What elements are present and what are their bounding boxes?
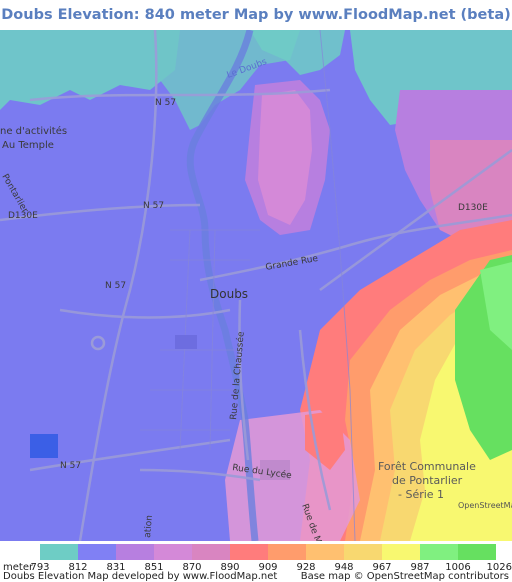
label-foret-3: - Série 1 xyxy=(398,488,444,501)
label-n57-west: N 57 xyxy=(105,281,126,291)
label-n57-north: N 57 xyxy=(155,98,176,108)
legend-swatch xyxy=(458,544,496,560)
building-blue xyxy=(30,434,58,458)
elevation-map[interactable]: N 57 N 57 N 57 N 57 D130E D130E Doubs Gr… xyxy=(0,30,512,541)
legend-swatch xyxy=(40,544,78,560)
label-ation: ation xyxy=(143,515,155,539)
legend-swatch xyxy=(192,544,230,560)
legend-swatch xyxy=(230,544,268,560)
label-au-temple: Au Temple xyxy=(2,140,54,151)
credit-floodmap: Doubs Elevation Map developed by www.Flo… xyxy=(3,571,278,582)
label-foret-2: de Pontarlier xyxy=(392,474,463,487)
legend-swatch xyxy=(268,544,306,560)
label-foret-1: Forêt Communale xyxy=(378,460,476,473)
label-d130e-east: D130E xyxy=(458,203,488,213)
label-n57-mid: N 57 xyxy=(143,201,164,211)
legend-swatch xyxy=(306,544,344,560)
legend-swatch xyxy=(154,544,192,560)
label-osm-watermark: OpenStreetMap xyxy=(458,501,512,510)
map-title: Doubs Elevation: 840 meter Map by www.Fl… xyxy=(1,7,511,23)
label-doubs: Doubs xyxy=(210,287,248,301)
label-zone-activites: ne d'activités xyxy=(0,125,67,137)
legend-swatch xyxy=(116,544,154,560)
legend-swatch xyxy=(344,544,382,560)
legend-swatch xyxy=(420,544,458,560)
legend-swatch xyxy=(382,544,420,560)
label-n57-south: N 57 xyxy=(60,461,81,471)
building-2 xyxy=(175,335,197,349)
credit-osm: Base map © OpenStreetMap contributors xyxy=(300,571,509,582)
legend-swatch xyxy=(78,544,116,560)
elevation-legend: meter 793 812 831 851 870 890 909 928 948 967 987 1… xyxy=(0,541,512,582)
